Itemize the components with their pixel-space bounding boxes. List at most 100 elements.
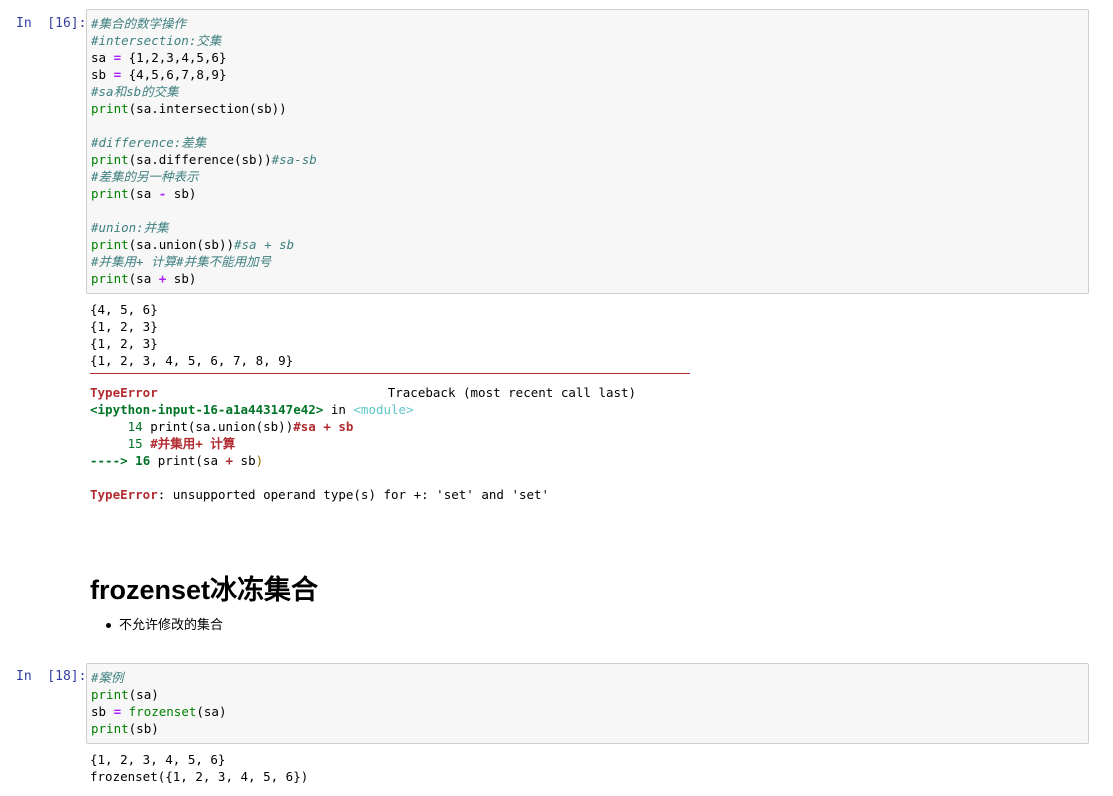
cell-18-output: {1, 2, 3, 4, 5, 6} frozenset({1, 2, 3, 4,…: [90, 751, 308, 785]
code-text: (sa): [128, 687, 159, 702]
code-line[interactable]: print(sa): [91, 686, 1084, 703]
code-comment: #sa和sb的交集: [91, 84, 179, 99]
code-line[interactable]: #intersection:交集: [91, 32, 1084, 49]
traceback-line-14: 14 print(sa.union(sb))#sa + sb: [90, 418, 690, 435]
code-line[interactable]: #difference:差集: [91, 134, 1084, 151]
traceback-message-text: : unsupported operand type(s) for +: 'se…: [157, 487, 550, 502]
code-comment: #案例: [91, 670, 124, 685]
code-line[interactable]: sa = {1,2,3,4,5,6}: [91, 49, 1084, 66]
code-line[interactable]: #案例: [91, 669, 1084, 686]
code-text: sb: [91, 67, 114, 82]
output-line: {1, 2, 3}: [90, 336, 158, 351]
code-operator: =: [113, 50, 122, 65]
code-keyword: print: [91, 237, 129, 252]
code-comment: #集合的数学操作: [91, 16, 187, 31]
code-text: (sa: [128, 186, 159, 201]
code-line[interactable]: print(sa.intersection(sb)): [91, 100, 1084, 117]
traceback-arrow: ---->: [90, 453, 128, 468]
traceback-file-line: <ipython-input-16-a1a443147e42> in <modu…: [90, 401, 690, 418]
code-comment: #difference:差集: [91, 135, 207, 150]
output-line: {1, 2, 3}: [90, 319, 158, 334]
cell-18-stdout: {1, 2, 3, 4, 5, 6} frozenset({1, 2, 3, 4,…: [90, 751, 308, 785]
code-line[interactable]: print(sa.difference(sb))#sa-sb: [91, 151, 1084, 168]
markdown-bullet-list: 不允许修改的集合: [106, 616, 223, 634]
code-line[interactable]: #sa和sb的交集: [91, 83, 1084, 100]
cell-16-output: {4, 5, 6} {1, 2, 3} {1, 2, 3} {1, 2, 3, 4, …: [90, 301, 690, 503]
traceback-file-ref: <ipython-input-16-a1a443147e42>: [90, 402, 324, 417]
traceback-line-16: ----> 16 print(sa + sb): [90, 452, 690, 469]
cell-16-stdout: {4, 5, 6} {1, 2, 3} {1, 2, 3} {1, 2, 3, 4, …: [90, 301, 690, 369]
traceback-line-14-comment: #sa + sb: [293, 419, 354, 434]
traceback-message-name: TypeError: [90, 487, 158, 502]
code-operator: =: [113, 67, 122, 82]
code-line[interactable]: #差集的另一种表示: [91, 168, 1084, 185]
code-keyword: print: [91, 152, 129, 167]
traceback-line-16-num: 16: [135, 453, 151, 468]
traceback-module: <module>: [353, 402, 414, 417]
code-comment: #intersection:交集: [91, 33, 222, 48]
traceback-divider: [90, 373, 690, 374]
code-line[interactable]: sb = {4,5,6,7,8,9}: [91, 66, 1084, 83]
code-keyword: print: [91, 687, 129, 702]
code-text: sb: [91, 704, 114, 719]
code-comment: #并集用+ 计算#并集不能用加号: [91, 254, 272, 269]
code-comment: #sa + sb: [234, 237, 295, 252]
code-keyword: print: [91, 271, 129, 286]
traceback-error-name: TypeError: [90, 385, 158, 400]
cell-16-prompt: In [16]:: [16, 16, 87, 31]
output-line: {4, 5, 6}: [90, 302, 158, 317]
code-text: {4,5,6,7,8,9}: [121, 67, 227, 82]
traceback-line-16-close: ): [255, 453, 264, 468]
output-line: frozenset({1, 2, 3, 4, 5, 6}): [90, 769, 309, 784]
traceback-header-right: Traceback (most recent call last): [387, 385, 637, 400]
code-comment: #union:并集: [91, 220, 169, 235]
code-text: {1,2,3,4,5,6}: [121, 50, 227, 65]
code-keyword: print: [91, 101, 129, 116]
code-line[interactable]: #union:并集: [91, 219, 1084, 236]
code-text: sa: [91, 50, 114, 65]
code-line[interactable]: print(sa - sb): [91, 185, 1084, 202]
code-comment: #sa-sb: [271, 152, 317, 167]
code-line[interactable]: [91, 117, 1084, 134]
code-text: sb): [166, 186, 197, 201]
code-line[interactable]: #并集用+ 计算#并集不能用加号: [91, 253, 1084, 270]
code-line[interactable]: sb = frozenset(sa): [91, 703, 1084, 720]
bullet-icon: [106, 623, 111, 628]
code-operator: =: [113, 704, 122, 719]
code-keyword: print: [91, 721, 129, 736]
markdown-heading: frozenset冰冻集合: [90, 575, 319, 605]
traceback-line-15: 15 #并集用+ 计算: [90, 435, 690, 452]
code-line[interactable]: print(sa.union(sb))#sa + sb: [91, 236, 1084, 253]
code-text: (sa.intersection(sb)): [128, 101, 287, 116]
cell-18-prompt: In [18]:: [16, 669, 87, 684]
cell-16-code-editor[interactable]: #集合的数学操作 #intersection:交集 sa = {1,2,3,4,5,…: [86, 9, 1089, 294]
code-line[interactable]: [91, 202, 1084, 219]
code-keyword: frozenset: [128, 704, 197, 719]
code-text: sb): [166, 271, 197, 286]
output-line: {1, 2, 3, 4, 5, 6, 7, 8, 9}: [90, 353, 294, 368]
traceback-line-15-num: 15: [127, 436, 143, 451]
traceback-line-14-code: print(sa.union(sb)): [150, 419, 294, 434]
traceback-line-14-num: 14: [127, 419, 143, 434]
code-text: (sa: [128, 271, 159, 286]
code-comment: #差集的另一种表示: [91, 169, 199, 184]
code-text: (sa): [196, 704, 227, 719]
code-line[interactable]: #集合的数学操作: [91, 15, 1084, 32]
code-line[interactable]: print(sa + sb): [91, 270, 1084, 287]
cell-18-code-editor[interactable]: #案例 print(sa) sb = frozenset(sa) print(sb): [86, 663, 1089, 744]
traceback-line-16-code-a: print(sa: [157, 453, 226, 468]
traceback-line-16-code-b: sb: [233, 453, 256, 468]
output-line: {1, 2, 3, 4, 5, 6}: [90, 752, 226, 767]
traceback-message: TypeError: unsupported operand type(s) f…: [90, 486, 690, 503]
traceback-line-16-op: +: [225, 453, 234, 468]
code-text: (sb): [128, 721, 159, 736]
markdown-bullet-text: 不允许修改的集合: [119, 617, 224, 632]
traceback-blank: [90, 469, 690, 486]
code-text: (sa.union(sb)): [128, 237, 234, 252]
code-text: (sa.difference(sb)): [128, 152, 272, 167]
code-line[interactable]: print(sb): [91, 720, 1084, 737]
markdown-bullet-item: 不允许修改的集合: [106, 616, 223, 634]
code-keyword: print: [91, 186, 129, 201]
traceback-line-15-comment: #并集用+ 计算: [150, 436, 236, 451]
